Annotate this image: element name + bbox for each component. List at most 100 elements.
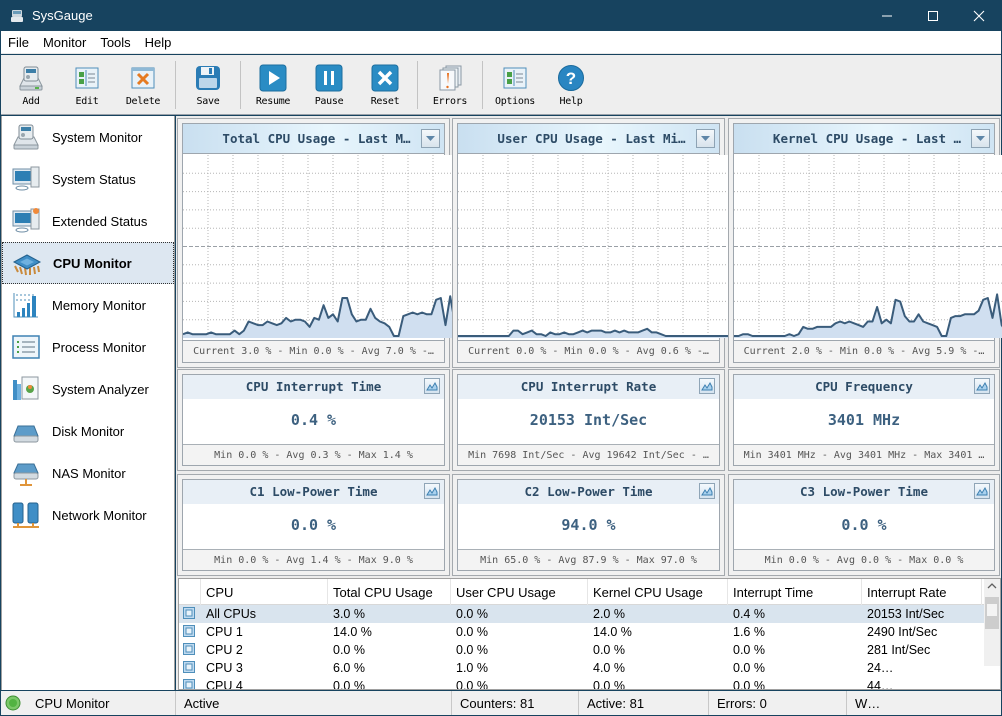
table-row[interactable]: CPU 1 14.0 % 0.0 % 14.0 % 1.6 % 2490 Int/Sec [179, 623, 1000, 641]
cell-interrupt-rate: 24… [867, 661, 894, 675]
show-graph-button[interactable] [424, 483, 440, 499]
reset-button[interactable]: Reset [357, 55, 413, 115]
sidebar-item-disk-monitor[interactable]: Disk Monitor [2, 410, 174, 452]
chart-dropdown-button[interactable] [696, 129, 715, 148]
table-row[interactable]: CPU 2 0.0 % 0.0 % 0.0 % 0.0 % 281 Int/Sec [179, 641, 1000, 659]
stat-footer: Min 0.0 % - Avg 1.4 % - Max 9.0 % [183, 549, 444, 570]
table-row[interactable]: All CPUs 3.0 % 0.0 % 2.0 % 0.4 % 20153 Int/Se… [179, 605, 1000, 623]
show-graph-button[interactable] [424, 378, 440, 394]
cell-user-cpu: 0.0 % [456, 607, 488, 621]
table-body: All CPUs 3.0 % 0.0 % 2.0 % 0.4 % 20153 Int/Se… [179, 605, 1000, 689]
column-header-user-cpu[interactable]: User CPU Usage [451, 579, 588, 605]
sidebar-item-label: Process Monitor [52, 339, 146, 355]
menu-monitor[interactable]: Monitor [36, 35, 93, 50]
close-button[interactable] [956, 0, 1002, 31]
sidebar-item-label: NAS Monitor [52, 465, 126, 481]
errors-label: Errors [432, 96, 468, 107]
stat-footer: Min 0.0 % - Avg 0.0 % - Max 0.0 % [734, 549, 994, 570]
chart-footer: Current 0.0 % - Min 0.0 % - Avg 0.6 % -… [458, 340, 719, 362]
sidebar-item-process-monitor[interactable]: Process Monitor [2, 326, 174, 368]
chart-footer: Current 3.0 % - Min 0.0 % - Avg 7.0 % -… [183, 340, 444, 362]
column-header-cpu[interactable]: CPU [201, 579, 328, 605]
help-label: Help [559, 96, 583, 107]
sidebar-item-nas-monitor[interactable]: NAS Monitor [2, 452, 174, 494]
scrollbar-thumb[interactable] [985, 597, 999, 629]
sidebar-item-network-monitor[interactable]: Network Monitor [2, 494, 174, 536]
help-button[interactable]: ? Help [543, 55, 599, 115]
stat-value: 3401 MHz [827, 411, 901, 429]
add-button[interactable]: Add [3, 55, 59, 115]
sidebar-item-label: CPU Monitor [53, 255, 132, 271]
sidebar-item-label: Extended Status [52, 213, 148, 229]
app-icon [11, 9, 23, 22]
scroll-up-icon[interactable] [984, 579, 1000, 593]
menu-tools[interactable]: Tools [93, 35, 137, 50]
chart-dropdown-button[interactable] [971, 129, 990, 148]
chart-dropdown-button[interactable] [421, 129, 440, 148]
column-header-total-cpu[interactable]: Total CPU Usage [328, 579, 451, 605]
cpu-icon [12, 254, 42, 276]
sidebar-item-system-monitor[interactable]: System Monitor [2, 116, 174, 158]
vertical-scrollbar[interactable] [984, 579, 1000, 666]
column-header-kernel-cpu[interactable]: Kernel CPU Usage [588, 579, 728, 605]
show-graph-button[interactable] [974, 378, 990, 394]
svg-text:?: ? [566, 69, 576, 88]
cpu-chip-icon [179, 660, 201, 676]
system-monitor-icon [13, 124, 39, 150]
kernel-cpu-usage-chart [734, 155, 1002, 338]
column-header-interrupt-rate[interactable]: Interrupt Rate [862, 579, 982, 605]
stat-panel-interrupt-time: CPU Interrupt Time 0.4 % Min 0.0 % - Avg… [177, 369, 450, 471]
show-graph-button[interactable] [699, 483, 715, 499]
nas-icon [13, 463, 39, 486]
show-graph-button[interactable] [974, 483, 990, 499]
chart-panel-total-cpu: Total CPU Usage - Last M… Current 3.0 % … [177, 118, 483, 368]
stat-footer: Min 65.0 % - Avg 87.9 % - Max 97.0 % [458, 549, 719, 570]
show-graph-button[interactable] [699, 378, 715, 394]
status-monitor-name: CPU Monitor [35, 695, 110, 711]
stat-value: 20153 Int/Sec [529, 411, 648, 429]
resume-button[interactable]: Resume [245, 55, 301, 115]
sidebar-item-cpu-monitor[interactable]: CPU Monitor [2, 242, 174, 284]
save-button[interactable]: Save [180, 55, 236, 115]
options-button[interactable]: Options [487, 55, 543, 115]
column-header-icon [179, 579, 201, 605]
cell-user-cpu: 1.0 % [456, 661, 488, 675]
sidebar-item-system-analyzer[interactable]: System Analyzer [2, 368, 174, 410]
maximize-button[interactable] [910, 0, 956, 31]
edit-button[interactable]: Edit [59, 55, 115, 115]
sidebar-item-system-status[interactable]: System Status [2, 158, 174, 200]
minimize-button[interactable] [864, 0, 910, 31]
cell-interrupt-time: 0.0 % [733, 643, 765, 657]
graph-icon [976, 486, 988, 496]
graph-icon [701, 486, 713, 496]
window-title: SysGauge [32, 8, 93, 23]
title-bar: SysGauge [0, 0, 1002, 31]
table-header: CPU Total CPU Usage User CPU Usage Kerne… [179, 579, 1000, 605]
chevron-down-icon [976, 135, 985, 141]
pause-icon [315, 64, 343, 92]
stat-title: CPU Interrupt Time [245, 379, 382, 394]
cell-total-cpu: 14.0 % [333, 625, 372, 639]
table-row[interactable]: CPU 4 0.0 % 0.0 % 0.0 % 0.0 % 44… [179, 677, 1000, 689]
play-icon [259, 64, 287, 92]
sidebar-item-extended-status[interactable]: Extended Status [2, 200, 174, 242]
sidebar-item-memory-monitor[interactable]: Memory Monitor [2, 284, 174, 326]
toolbar-separator [417, 61, 418, 109]
column-header-interrupt-time[interactable]: Interrupt Time [728, 579, 862, 605]
menu-file[interactable]: File [1, 35, 36, 50]
table-row[interactable]: CPU 3 6.0 % 1.0 % 4.0 % 0.0 % 24… [179, 659, 1000, 677]
chart-header: Kernel CPU Usage - Last … [734, 124, 994, 154]
pause-button[interactable]: Pause [301, 55, 357, 115]
status-active-icon [5, 695, 21, 711]
status-bar: CPU Monitor Active Counters: 81 Active: … [1, 691, 1001, 715]
menu-help[interactable]: Help [138, 35, 179, 50]
cell-interrupt-time: 0.0 % [733, 661, 765, 675]
stat-panel-c1-low-power: C1 Low-Power Time 0.0 % Min 0.0 % - Avg … [177, 474, 450, 576]
delete-button[interactable]: Delete [115, 55, 171, 115]
stat-footer: Min 3401 MHz - Avg 3401 MHz - Max 3401 … [734, 444, 994, 465]
cell-total-cpu: 3.0 % [333, 607, 365, 621]
stat-value: 0.0 % [841, 516, 887, 534]
errors-button[interactable]: Errors [422, 55, 478, 115]
disk-icon [13, 425, 39, 443]
chevron-down-icon [426, 135, 435, 141]
